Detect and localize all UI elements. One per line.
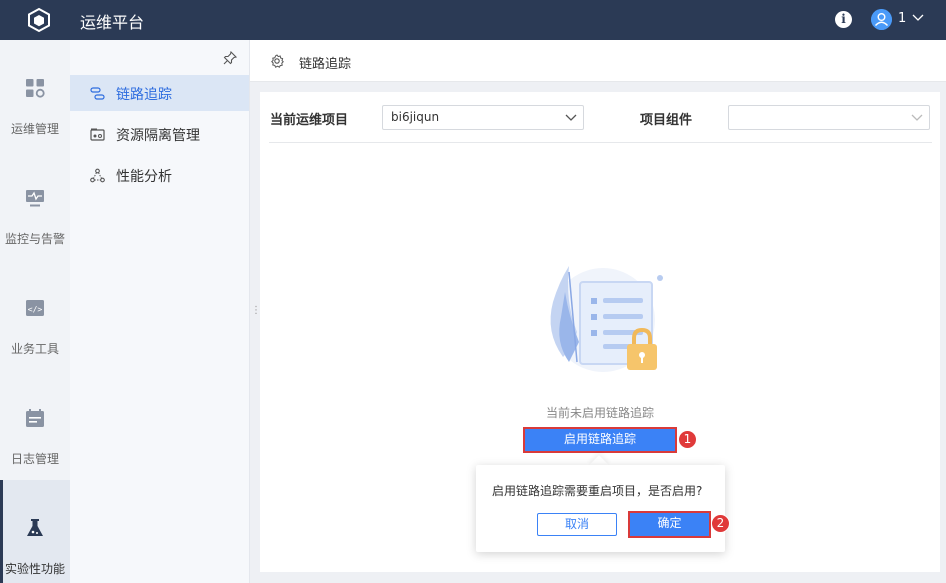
rail-item-label: 业务工具 bbox=[10, 342, 59, 356]
project-filter-label: 当前运维项目 bbox=[270, 113, 349, 128]
rail-item-ops[interactable]: 运维管理 bbox=[0, 40, 70, 150]
rail-item-label: 运维管理 bbox=[10, 122, 59, 136]
rail-item-experimental[interactable]: 实验性功能 bbox=[0, 480, 70, 583]
sidebar-resize-handle[interactable]: ⋮ bbox=[251, 304, 261, 318]
info-icon[interactable]: i bbox=[835, 11, 852, 28]
icon-rail: 运维管理 监控与告警 </> 业务工具 日志管理 实验性功能 bbox=[0, 40, 70, 583]
rail-item-logs[interactable]: 日志管理 bbox=[0, 370, 70, 480]
chevron-down-icon bbox=[911, 114, 923, 121]
monitor-icon bbox=[26, 190, 44, 207]
user-name[interactable]: 1 bbox=[898, 11, 906, 26]
chevron-down-icon[interactable] bbox=[912, 13, 924, 23]
rail-item-label: 实验性功能 bbox=[4, 562, 65, 576]
rail-item-monitor[interactable]: 监控与告警 bbox=[0, 150, 70, 260]
popconfirm: 启用链路追踪需要重启项目，是否启用? 取消 确定 bbox=[476, 465, 725, 552]
top-bar: 运维平台 i 1 bbox=[0, 0, 946, 40]
confirm-button[interactable]: 确定 bbox=[628, 511, 711, 538]
empty-state-text: 当前未启用链路追踪 bbox=[545, 406, 654, 420]
svg-text:</>: </> bbox=[28, 305, 43, 314]
content-header: 链路追踪 bbox=[250, 40, 946, 82]
user-avatar-icon[interactable] bbox=[871, 9, 892, 30]
rail-item-label: 监控与告警 bbox=[4, 232, 65, 246]
rail-item-tools[interactable]: </> 业务工具 bbox=[0, 260, 70, 370]
menu-item-label: 资源隔离管理 bbox=[116, 128, 200, 144]
side-menu: 链路追踪 资源隔离管理 性能分析 bbox=[70, 40, 250, 583]
step-badge-1: 1 bbox=[678, 430, 697, 449]
step-badge-2: 2 bbox=[711, 514, 730, 533]
menu-item-label: 链路追踪 bbox=[116, 87, 172, 103]
project-select-value: bi6jiqun bbox=[391, 110, 440, 124]
calendar-log-icon bbox=[26, 409, 44, 427]
menu-item-performance[interactable]: 性能分析 bbox=[70, 157, 249, 193]
menu-item-trace[interactable]: 链路追踪 bbox=[70, 75, 249, 111]
cancel-button[interactable]: 取消 bbox=[537, 513, 617, 536]
code-window-icon: </> bbox=[26, 300, 44, 316]
app-title: 运维平台 bbox=[80, 13, 145, 32]
flask-icon bbox=[27, 519, 43, 536]
rail-item-label: 日志管理 bbox=[10, 452, 59, 466]
pin-icon[interactable] bbox=[223, 51, 237, 65]
locked-document-illustration bbox=[550, 266, 663, 372]
menu-item-resource-isolation[interactable]: 资源隔离管理 bbox=[70, 116, 249, 152]
page-title: 链路追踪 bbox=[299, 57, 352, 72]
component-select[interactable] bbox=[728, 105, 930, 130]
gear-icon bbox=[271, 54, 284, 68]
grid-settings-icon bbox=[26, 79, 45, 98]
menu-item-label: 性能分析 bbox=[116, 169, 172, 185]
trace-link-icon bbox=[90, 87, 105, 100]
enable-trace-button[interactable]: 启用链路追踪 bbox=[523, 427, 677, 453]
project-select[interactable]: bi6jiqun bbox=[382, 105, 584, 130]
filter-divider bbox=[269, 142, 932, 143]
resource-isolation-icon bbox=[90, 128, 105, 141]
chevron-down-icon bbox=[565, 114, 577, 121]
cube-logo-icon[interactable] bbox=[26, 7, 52, 33]
performance-nodes-icon bbox=[90, 168, 105, 183]
component-filter-label: 项目组件 bbox=[640, 113, 693, 128]
popconfirm-message: 启用链路追踪需要重启项目，是否启用? bbox=[492, 484, 703, 498]
